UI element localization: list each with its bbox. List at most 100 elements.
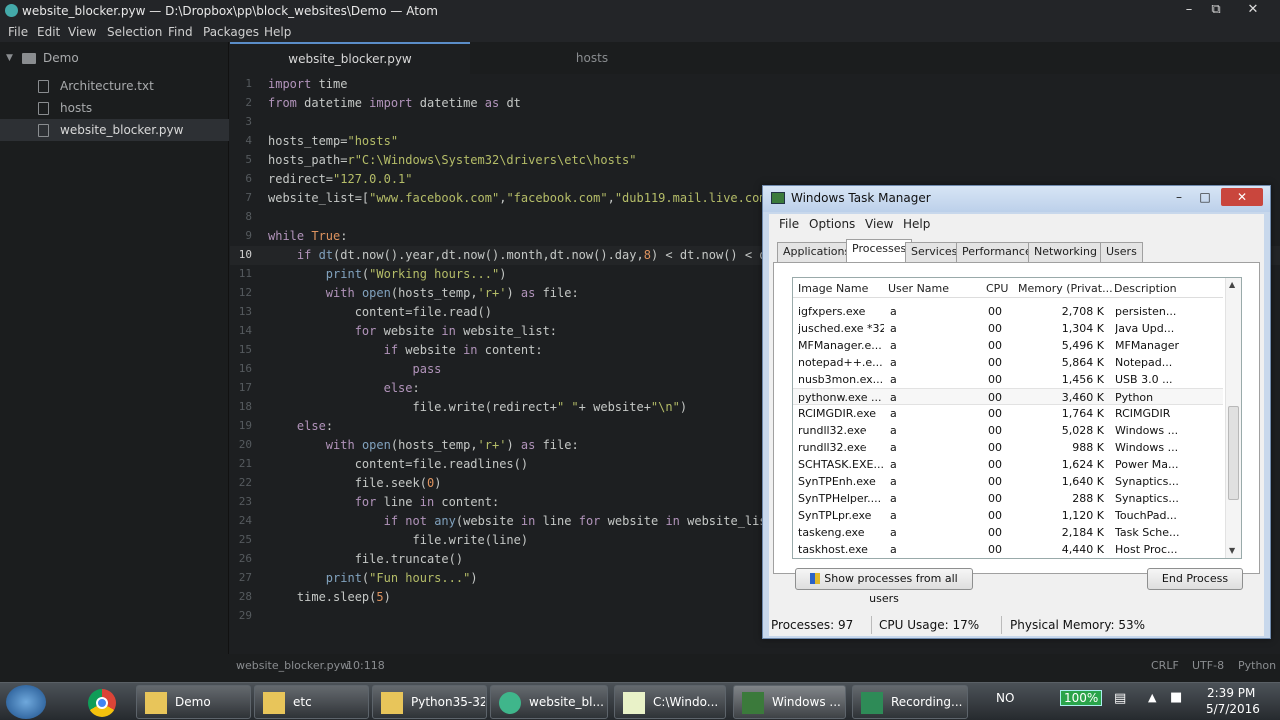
menu-packages[interactable]: Packages [203, 25, 259, 39]
status-cursor[interactable]: 10:118 [346, 654, 385, 678]
tab-networking[interactable]: Networking [1028, 242, 1103, 262]
col-image-name[interactable]: Image Name [798, 282, 868, 295]
status-line-ending[interactable]: CRLF [1151, 654, 1179, 678]
network-icon[interactable]: ▤ [1114, 691, 1126, 706]
col-description[interactable]: Description [1114, 282, 1177, 295]
code-line[interactable]: with open(hosts_temp,'r+') as file: [268, 286, 579, 300]
process-row[interactable]: pythonw.exe ... a 00 3,460 K Python [793, 388, 1223, 405]
code-line[interactable]: pass [268, 362, 442, 376]
process-row[interactable]: nusb3mon.ex... a 00 1,456 K USB 3.0 ... [793, 371, 1223, 388]
code-line[interactable]: for line in content: [268, 495, 500, 509]
battery-indicator[interactable]: 100% [1060, 690, 1103, 706]
code-line[interactable]: if dt(dt.now().year,dt.now().month,dt.no… [268, 248, 767, 262]
tab-applications[interactable]: Applications [777, 242, 857, 262]
tab-services[interactable]: Services [905, 242, 964, 262]
tab-hosts[interactable]: hosts [472, 42, 712, 74]
maximize-button[interactable]: ⧉ [1199, 0, 1233, 22]
taskbar-button-demo[interactable]: Demo [136, 685, 251, 719]
code-line[interactable]: hosts_temp="hosts" [268, 134, 398, 148]
code-line[interactable]: from datetime import datetime as dt [268, 96, 521, 110]
tm-maximize-button[interactable]: □ [1193, 188, 1217, 206]
menu-file[interactable]: File [8, 25, 28, 39]
code-line[interactable]: hosts_path=r"C:\Windows\System32\drivers… [268, 153, 636, 167]
menu-help[interactable]: Help [264, 25, 291, 39]
code-line[interactable]: if not any(website in line for website i… [268, 514, 767, 528]
process-row[interactable]: RCIMGDIR.exe a 00 1,764 K RCIMGDIR [793, 405, 1223, 422]
process-row[interactable]: rundll32.exe a 00 5,028 K Windows ... [793, 422, 1223, 439]
end-process-button[interactable]: End Process [1147, 568, 1243, 590]
code-line[interactable]: redirect="127.0.0.1" [268, 172, 413, 186]
code-line[interactable]: file.write(line) [268, 533, 528, 547]
col-memory[interactable]: Memory (Privat... [1018, 282, 1113, 295]
status-grammar[interactable]: Python [1238, 654, 1276, 678]
scroll-thumb[interactable] [1228, 406, 1239, 500]
tab-performance[interactable]: Performance [956, 242, 1038, 262]
process-row[interactable]: SynTPHelper.... a 00 288 K Synaptics... [793, 490, 1223, 507]
tree-file-website-blocker[interactable]: website_blocker.pyw [0, 119, 229, 141]
process-row[interactable]: SCHTASK.EXE... a 00 1,624 K Power Ma... [793, 456, 1223, 473]
chrome-icon[interactable] [88, 689, 116, 717]
tab-website-blocker[interactable]: website_blocker.pyw [230, 42, 470, 74]
menu-find[interactable]: Find [168, 25, 193, 39]
language-indicator[interactable]: NO [996, 691, 1014, 705]
windows-start-icon[interactable] [6, 685, 46, 719]
process-row[interactable]: SynTPEnh.exe a 00 1,640 K Synaptics... [793, 473, 1223, 490]
clock-time[interactable]: 2:39 PM [1207, 686, 1255, 700]
process-row[interactable]: SynTPLpr.exe a 00 1,120 K TouchPad... [793, 507, 1223, 524]
code-line[interactable]: time.sleep(5) [268, 590, 391, 604]
process-row[interactable]: MFManager.e... a 00 5,496 K MFManager [793, 337, 1223, 354]
process-list-scrollbar[interactable]: ▲ ▼ [1225, 278, 1241, 558]
taskbar-button-etc[interactable]: etc [254, 685, 369, 719]
tree-file-architecture[interactable]: Architecture.txt [0, 75, 229, 97]
tm-close-button[interactable]: ✕ [1221, 188, 1263, 206]
taskbar-button-cmd[interactable]: C:\Windo... [614, 685, 726, 719]
tm-menu-view[interactable]: View [865, 217, 893, 231]
process-row[interactable]: igfxpers.exe a 00 2,708 K persisten... [793, 303, 1223, 320]
tree-root-demo[interactable]: ▼ Demo [0, 47, 229, 69]
process-row[interactable]: notepad++.e... a 00 5,864 K Notepad... [793, 354, 1223, 371]
code-line[interactable]: file.write(redirect+" "+ website+"\n") [268, 400, 687, 414]
code-line[interactable]: content=file.readlines() [268, 457, 528, 471]
code-line[interactable]: file.seek(0) [268, 476, 442, 490]
tab-processes[interactable]: Processes [846, 239, 913, 263]
status-file[interactable]: website_blocker.pyw [236, 654, 349, 678]
tab-users[interactable]: Users [1100, 242, 1143, 262]
code-line[interactable]: import time [268, 77, 347, 91]
code-line[interactable]: website_list=["www.facebook.com","facebo… [268, 191, 767, 205]
scroll-down-icon[interactable]: ▼ [1229, 546, 1235, 555]
clock-date[interactable]: 5/7/2016 [1206, 702, 1260, 716]
show-all-processes-button[interactable]: Show processes from all users [795, 568, 973, 605]
tm-minimize-button[interactable]: – [1167, 188, 1191, 206]
code-line[interactable]: for website in website_list: [268, 324, 557, 338]
taskbar-button-python35[interactable]: Python35-32 [372, 685, 487, 719]
code-line[interactable]: content=file.read() [268, 305, 492, 319]
menu-selection[interactable]: Selection [107, 25, 162, 39]
code-line[interactable]: with open(hosts_temp,'r+') as file: [268, 438, 579, 452]
col-cpu[interactable]: CPU [986, 282, 1008, 295]
status-encoding[interactable]: UTF-8 [1192, 654, 1224, 678]
volume-icon[interactable]: ■ [1170, 690, 1182, 705]
code-line[interactable]: while True: [268, 229, 348, 243]
scroll-up-icon[interactable]: ▲ [1229, 280, 1235, 289]
code-line[interactable]: file.truncate() [268, 552, 463, 566]
taskbar-button-recording[interactable]: Recording... [852, 685, 968, 719]
taskbar-button-task-manager[interactable]: Windows ... [733, 685, 846, 719]
code-line[interactable]: else: [268, 419, 333, 433]
process-row[interactable]: jusched.exe *32 a 00 1,304 K Java Upd... [793, 320, 1223, 337]
tm-menu-help[interactable]: Help [903, 217, 930, 231]
tree-file-hosts[interactable]: hosts [0, 97, 229, 119]
code-line[interactable]: else: [268, 381, 420, 395]
process-row[interactable]: rundll32.exe a 00 988 K Windows ... [793, 439, 1223, 456]
menu-view[interactable]: View [68, 25, 96, 39]
process-list[interactable]: Image Name User Name CPU Memory (Privat.… [792, 277, 1242, 559]
process-row[interactable]: taskeng.exe a 00 2,184 K Task Sche... [793, 524, 1223, 541]
menu-edit[interactable]: Edit [37, 25, 60, 39]
col-user-name[interactable]: User Name [888, 282, 949, 295]
tm-menu-file[interactable]: File [779, 217, 799, 231]
taskbar-button-atom[interactable]: website_bl... [490, 685, 608, 719]
process-row[interactable]: taskhost.exe a 00 4,440 K Host Proc... [793, 541, 1223, 558]
close-button[interactable]: ✕ [1236, 0, 1270, 22]
code-line[interactable]: print("Fun hours...") [268, 571, 478, 585]
tray-expand-icon[interactable]: ▲ [1148, 691, 1156, 704]
tm-menu-options[interactable]: Options [809, 217, 855, 231]
